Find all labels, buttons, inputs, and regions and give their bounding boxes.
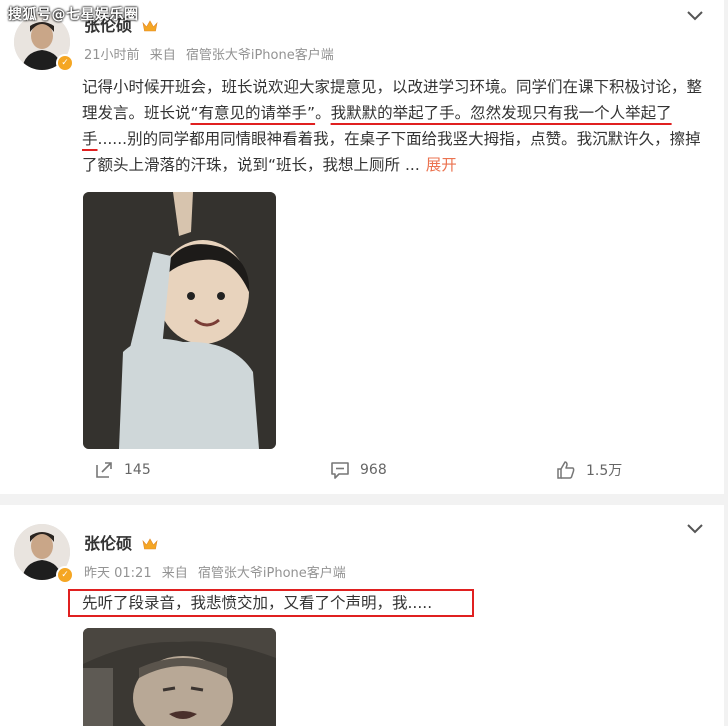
source-prefix: 来自 [149,48,176,63]
verified-badge-icon: ✓ [56,54,74,72]
repost-icon [96,462,112,478]
author-name[interactable]: 张伦硕 [84,530,158,554]
post-text: 记得小时候开班会，班长说欢迎大家提意见，以改进学习环境。同学们在课下积极讨论，整… [82,74,702,178]
post-card: ✓ 张伦硕 21小时前 来自 宿管张大爷iPhone客户端 记得小时候开班会，班… [0,0,724,494]
post-meta: 昨天 01:21 来自 宿管张大爷iPhone客户端 [84,562,352,581]
like-button[interactable]: 1.5万 [556,460,622,480]
like-count: 1.5万 [586,463,623,479]
crown-icon [142,20,158,32]
post-actions: 145 968 1.5万 [0,460,724,484]
comment-count: 968 [360,462,387,478]
post-text: 先听了段录音，我悲愤交加，又看了个声明，我..... [82,594,433,612]
post-meta: 21小时前 来自 宿管张大爷iPhone客户端 [84,44,340,63]
post-source[interactable]: 宿管张大爷iPhone客户端 [198,566,346,581]
expand-link[interactable]: 展开 [426,156,457,174]
repost-count: 145 [124,462,151,478]
text-highlight: “有意见的请举手” [190,104,316,122]
repost-button[interactable]: 145 [94,460,151,480]
watermark: 搜狐号@七星娱乐圈 [8,7,139,23]
text-part: ......别的同学都用同情眼神看着我，在桌子下面给我竖大拇指，点赞。我沉默许久… [82,130,701,174]
post-image-gif[interactable] [83,628,276,726]
post-image [83,628,276,726]
thumbs-up-icon [557,461,575,479]
comment-icon [331,462,349,479]
verified-badge-icon: ✓ [56,566,74,584]
post-source[interactable]: 宿管张大爷iPhone客户端 [186,48,334,63]
source-prefix: 来自 [161,566,188,581]
chevron-down-icon[interactable] [686,523,704,535]
post-image [83,192,276,449]
crown-icon [142,538,158,550]
post-time[interactable]: 昨天 01:21 [84,566,152,581]
comment-button[interactable]: 968 [330,460,387,480]
post-image-gif[interactable] [83,192,276,449]
post-time[interactable]: 21小时前 [84,48,140,63]
chevron-down-icon[interactable] [686,10,704,22]
text-part: 。 [315,104,331,122]
author-name-text[interactable]: 张伦硕 [84,534,132,553]
